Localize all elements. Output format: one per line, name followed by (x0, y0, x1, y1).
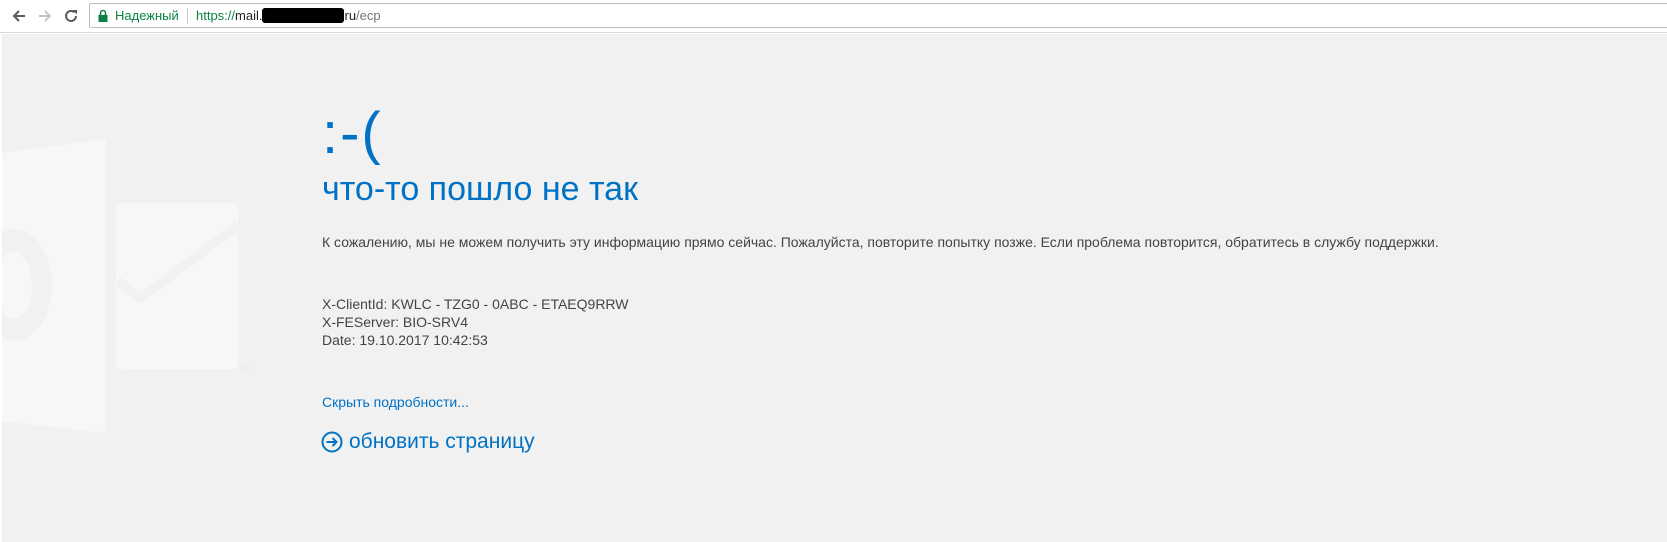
arrow-circle-right-icon (321, 431, 343, 453)
lock-icon (98, 9, 108, 22)
error-message: К сожалению, мы не можем получить эту ин… (322, 234, 1439, 250)
reload-button[interactable] (60, 5, 82, 27)
client-id-line: X-ClientId: KWLC - TZG0 - 0ABC - ETAEQ9R… (322, 296, 629, 312)
outlook-logo-icon: TM (2, 139, 250, 433)
error-page: TM :-( что-то пошло не так К сожалению, … (2, 34, 1667, 542)
address-bar[interactable]: Надежный https://mail. ru/ecp (89, 3, 1667, 28)
error-details: X-ClientId: KWLC - TZG0 - 0ABC - ETAEQ9R… (322, 295, 629, 349)
url-scheme: https:// (196, 8, 236, 23)
svg-text:TM: TM (240, 366, 250, 373)
browser-toolbar: Надежный https://mail. ru/ecp (0, 0, 1667, 33)
arrow-left-icon (12, 10, 25, 22)
refresh-page-link[interactable]: обновить страницу (321, 427, 535, 457)
forward-button[interactable] (34, 5, 56, 27)
date-line: Date: 19.10.2017 10:42:53 (322, 332, 488, 348)
hide-details-link[interactable]: Скрыть подробности... (322, 393, 469, 411)
back-button[interactable] (8, 5, 30, 27)
url-path: /ecp (356, 8, 381, 23)
fe-server-line: X-FEServer: BIO-SRV4 (322, 314, 469, 330)
url-redaction (262, 8, 345, 23)
url-text[interactable]: https://mail. ru/ecp (196, 8, 381, 24)
sad-face-emoticon: :-( (322, 101, 383, 166)
refresh-page-label: обновить страницу (349, 430, 535, 453)
error-headline: что-то пошло не так (322, 170, 638, 208)
reload-icon (65, 9, 77, 22)
secure-label[interactable]: Надежный (115, 8, 179, 24)
address-separator (187, 8, 188, 24)
url-host: mail. (235, 8, 263, 23)
arrow-right-icon (39, 10, 52, 22)
url-host-tail: ru (344, 8, 357, 23)
